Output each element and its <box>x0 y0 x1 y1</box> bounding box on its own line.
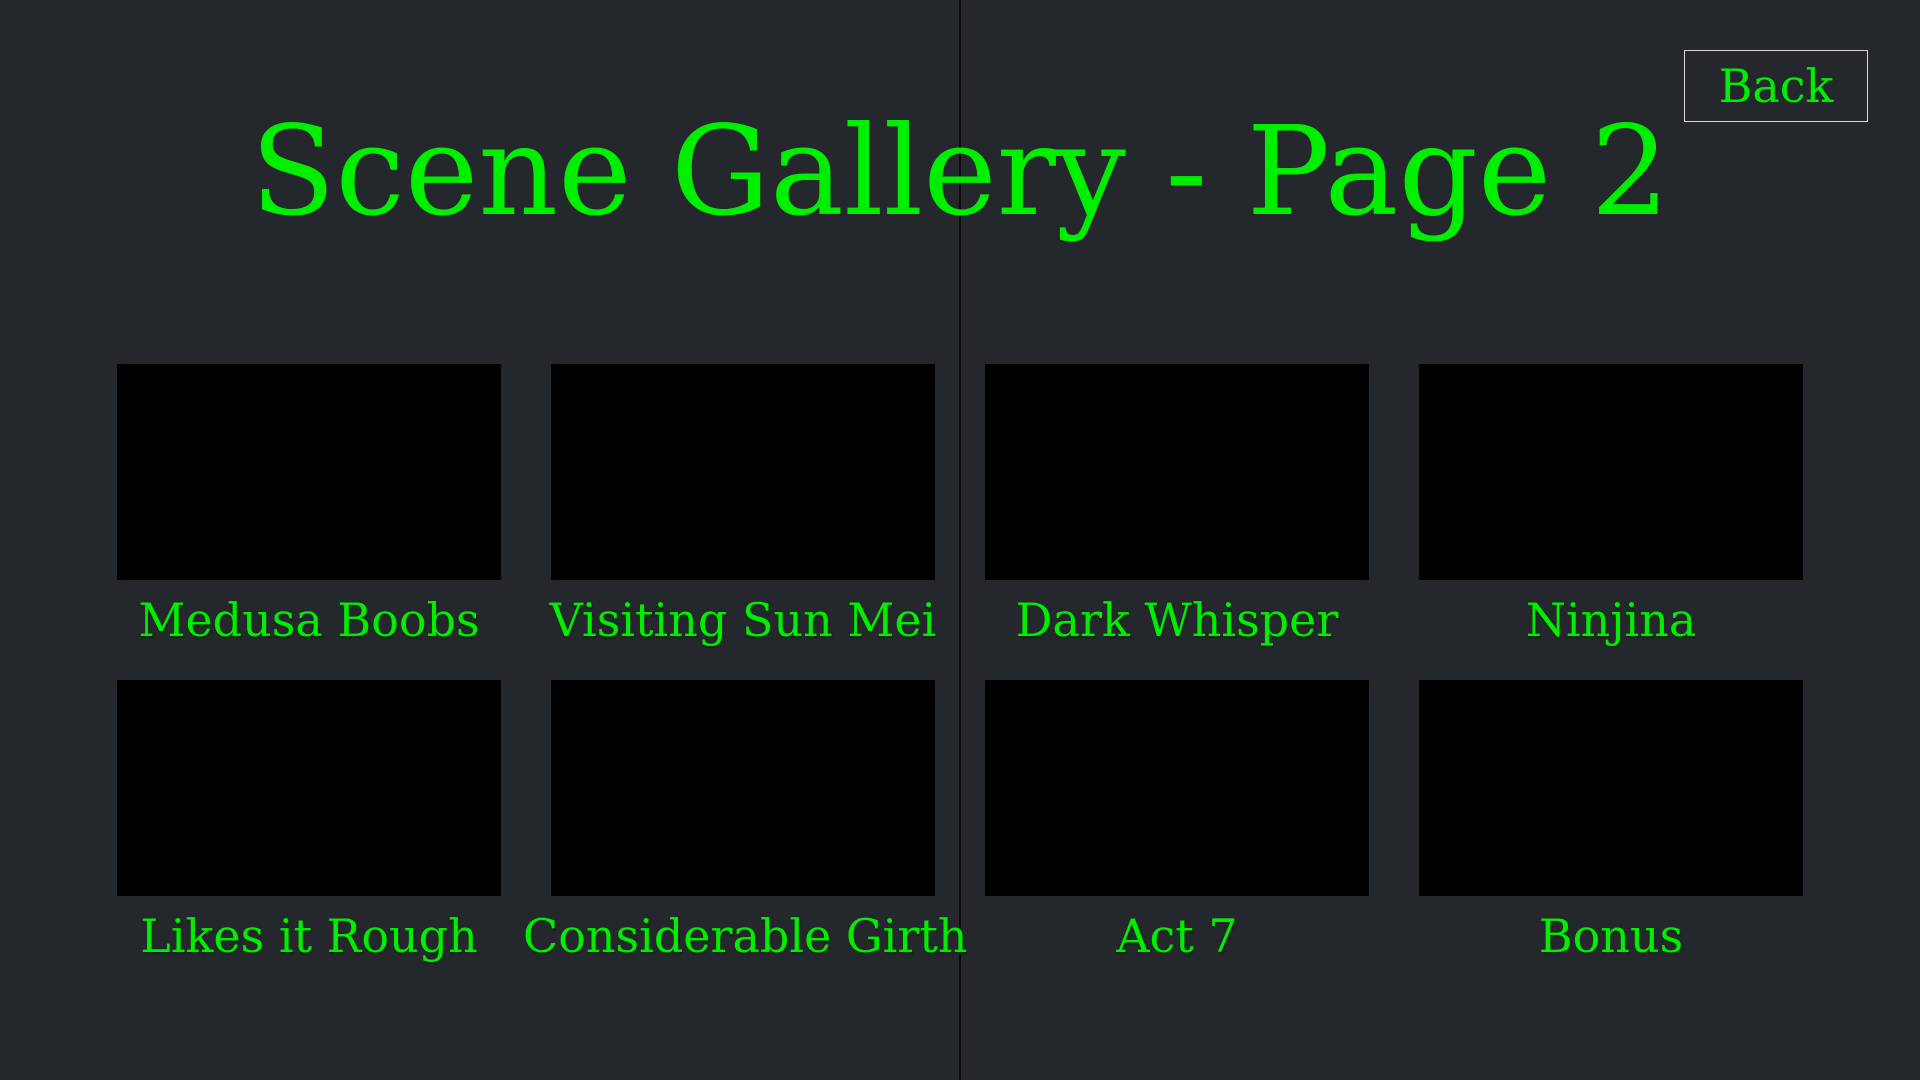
scene-label: Ninjina <box>1525 593 1697 647</box>
scene-label: Bonus <box>1538 909 1684 963</box>
scene-label: Medusa Boobs <box>138 593 480 647</box>
scene-thumbnail[interactable] <box>117 680 501 896</box>
scene-tile[interactable]: Medusa Boobs <box>117 364 501 680</box>
scene-thumbnail[interactable] <box>1419 680 1803 896</box>
scene-thumbnail[interactable] <box>985 680 1369 896</box>
scene-tile[interactable]: Dark Whisper <box>985 364 1369 680</box>
scene-label: Considerable Girth <box>523 909 968 963</box>
page-title: Scene Gallery - Page 2 <box>250 100 1670 244</box>
scene-thumbnail[interactable] <box>117 364 501 580</box>
scene-label: Visiting Sun Mei <box>549 593 937 647</box>
scene-tile[interactable]: Considerable Girth <box>523 680 967 996</box>
scene-label: Act 7 <box>1116 909 1238 963</box>
scene-tile[interactable]: Act 7 <box>985 680 1369 996</box>
scene-label: Likes it Rough <box>140 909 478 963</box>
scene-tile[interactable]: Likes it Rough <box>117 680 501 996</box>
scene-grid: Medusa Boobs Visiting Sun Mei Dark Whisp… <box>117 364 1803 996</box>
scene-thumbnail[interactable] <box>985 364 1369 580</box>
scene-thumbnail[interactable] <box>551 364 935 580</box>
scene-tile[interactable]: Bonus <box>1419 680 1803 996</box>
scene-label: Dark Whisper <box>1015 593 1339 647</box>
scene-tile[interactable]: Visiting Sun Mei <box>550 364 936 680</box>
scene-thumbnail[interactable] <box>551 680 935 896</box>
back-button[interactable]: Back <box>1684 50 1868 122</box>
scene-thumbnail[interactable] <box>1419 364 1803 580</box>
scene-tile[interactable]: Ninjina <box>1419 364 1803 680</box>
